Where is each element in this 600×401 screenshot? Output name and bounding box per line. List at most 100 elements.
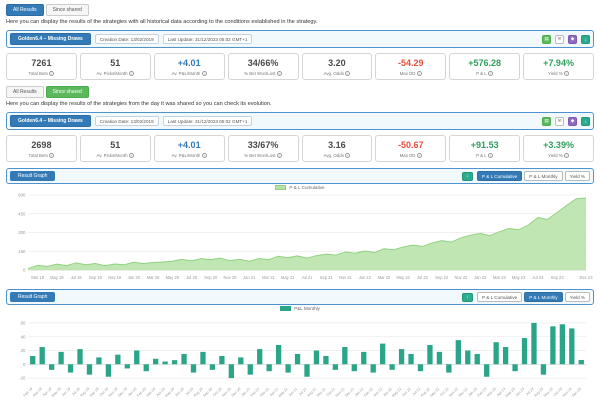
info-icon[interactable]: i bbox=[277, 71, 282, 76]
download-icon: ↓ bbox=[584, 119, 586, 124]
stat-value: -50.67 bbox=[378, 140, 443, 150]
info-icon[interactable]: i bbox=[345, 71, 350, 76]
tab-all-results[interactable]: All Results bbox=[6, 4, 44, 16]
svg-text:600: 600 bbox=[18, 193, 26, 198]
strategy-name-button[interactable]: Golden6.4 – Missing Draws bbox=[10, 33, 91, 45]
download-chart-button[interactable]: ↓ bbox=[462, 293, 473, 302]
svg-text:300: 300 bbox=[18, 230, 26, 235]
svg-text:Feb 21: Feb 21 bbox=[250, 387, 261, 398]
svg-text:Mar 23: Mar 23 bbox=[493, 275, 506, 280]
strategy-panel-header-2: Golden6.4 – Missing Draws Creation Date:… bbox=[6, 112, 594, 130]
download-icon-button[interactable]: ↓ bbox=[581, 117, 590, 126]
info-icon[interactable]: i bbox=[564, 71, 569, 76]
stat-value: 51 bbox=[83, 58, 148, 68]
chart-icon-button[interactable]: ▤ bbox=[542, 35, 551, 44]
result-graph-title: Result Graph bbox=[10, 171, 55, 181]
envelope-icon-button[interactable]: ✉ bbox=[555, 35, 564, 44]
envelope-icon-button[interactable]: ✉ bbox=[555, 117, 564, 126]
svg-text:Mar 21: Mar 21 bbox=[262, 275, 275, 280]
chart-icon: ▤ bbox=[544, 36, 548, 42]
svg-text:Sep 23: Sep 23 bbox=[551, 275, 565, 280]
info-icon[interactable]: i bbox=[202, 153, 207, 158]
compare-icon-button[interactable]: ◆ bbox=[568, 117, 577, 126]
download-chart-button[interactable]: ↓ bbox=[462, 172, 473, 181]
svg-text:Jul 21: Jul 21 bbox=[302, 275, 314, 280]
info-icon[interactable]: i bbox=[49, 71, 54, 76]
stat-value: +4.01 bbox=[157, 58, 222, 68]
toggle-pl-monthly[interactable]: P & L Monthly bbox=[524, 292, 562, 302]
strategy-name-button[interactable]: Golden6.4 – Missing Draws bbox=[10, 115, 91, 127]
svg-text:Sep 23: Sep 23 bbox=[543, 387, 554, 398]
toggle-pl-monthly[interactable]: P & L Monthly bbox=[524, 171, 562, 181]
info-icon[interactable]: i bbox=[488, 71, 493, 76]
chart-icon: ▤ bbox=[544, 118, 548, 124]
svg-text:Nov 20: Nov 20 bbox=[221, 387, 232, 398]
info-icon[interactable]: i bbox=[417, 153, 422, 158]
stat-bet-won-lost: 33/67% % Bet Won/Losti bbox=[228, 135, 299, 162]
info-icon[interactable]: i bbox=[129, 71, 134, 76]
svg-text:Nov 22: Nov 22 bbox=[448, 387, 459, 398]
chart-icon-button[interactable]: ▤ bbox=[542, 117, 551, 126]
info-icon[interactable]: i bbox=[202, 71, 207, 76]
creation-date-badge: Creation Date: 13/02/2019 bbox=[95, 116, 159, 126]
toggle-yield[interactable]: Yield % bbox=[565, 292, 590, 302]
svg-text:Dec 21: Dec 21 bbox=[344, 387, 355, 398]
svg-text:Jan 22: Jan 22 bbox=[359, 275, 372, 280]
svg-text:20: 20 bbox=[21, 348, 26, 353]
tab-since-shared[interactable]: Since shared bbox=[46, 86, 89, 98]
svg-text:May 20: May 20 bbox=[164, 387, 175, 398]
info-icon[interactable]: i bbox=[129, 153, 134, 158]
compare-icon: ◆ bbox=[571, 118, 575, 124]
toggle-pl-cumulative[interactable]: P & L Cumulative bbox=[477, 171, 522, 181]
stat-label: Total Bets bbox=[29, 71, 48, 76]
svg-text:Mar 22: Mar 22 bbox=[373, 387, 384, 398]
stat-value: +3.39% bbox=[526, 140, 591, 150]
svg-text:Dec 22: Dec 22 bbox=[458, 387, 469, 398]
stat-value: +7.94% bbox=[526, 58, 591, 68]
info-icon[interactable]: i bbox=[277, 153, 282, 158]
svg-text:Dec 19: Dec 19 bbox=[117, 387, 128, 398]
svg-text:May 21: May 21 bbox=[278, 387, 289, 398]
result-graph-header-1: Result Graph ↓ P & L Cumulative P & L Mo… bbox=[6, 168, 594, 184]
stat-avg-odds: 3.16 Avg. Oddsi bbox=[302, 135, 373, 162]
svg-text:Feb 22: Feb 22 bbox=[363, 387, 374, 398]
svg-text:Sep 21: Sep 21 bbox=[320, 275, 334, 280]
stat-total-bets: 7261 Total Betsi bbox=[6, 53, 77, 80]
download-icon-button[interactable]: ↓ bbox=[581, 35, 590, 44]
svg-text:Aug 23: Aug 23 bbox=[533, 387, 544, 398]
tab-since-shared[interactable]: Since shared bbox=[46, 4, 89, 16]
svg-text:Jan 23: Jan 23 bbox=[474, 275, 487, 280]
strategy-panel-header-1: Golden6.4 – Missing Draws Creation Date:… bbox=[6, 30, 594, 48]
download-icon: ↓ bbox=[466, 294, 469, 300]
info-icon[interactable]: i bbox=[488, 153, 493, 158]
info-icon[interactable]: i bbox=[564, 153, 569, 158]
svg-text:Feb 19: Feb 19 bbox=[23, 387, 34, 398]
info-icon[interactable]: i bbox=[345, 153, 350, 158]
tab-all-results[interactable]: All Results bbox=[6, 86, 44, 98]
svg-text:Sep 20: Sep 20 bbox=[202, 387, 213, 398]
info-icon[interactable]: i bbox=[417, 71, 422, 76]
stat-value: 3.20 bbox=[305, 58, 370, 68]
svg-text:Feb 23: Feb 23 bbox=[477, 387, 488, 398]
stat-label: Av. P&L/Month bbox=[171, 71, 200, 76]
stat-avg-odds: 3.20 Avg. Oddsi bbox=[302, 53, 373, 80]
info-icon[interactable]: i bbox=[49, 153, 54, 158]
svg-text:150: 150 bbox=[18, 249, 26, 254]
stat-value: 2698 bbox=[9, 140, 74, 150]
compare-icon-button[interactable]: ◆ bbox=[568, 35, 577, 44]
svg-text:Sep 19: Sep 19 bbox=[89, 275, 103, 280]
svg-text:May 23: May 23 bbox=[512, 275, 526, 280]
stat-av-picks-month: 51 Av. Picks/Monthi bbox=[80, 135, 151, 162]
svg-text:Jun 21: Jun 21 bbox=[288, 387, 298, 397]
svg-text:Feb 20: Feb 20 bbox=[136, 387, 147, 398]
svg-text:Mar 21: Mar 21 bbox=[259, 387, 270, 398]
svg-text:Jun 20: Jun 20 bbox=[174, 387, 184, 397]
stat-total-bets: 2698 Total Betsi bbox=[6, 135, 77, 162]
stat-value: +91.53 bbox=[452, 140, 517, 150]
svg-text:Jan 20: Jan 20 bbox=[128, 275, 141, 280]
toggle-pl-cumulative[interactable]: P & L Cumulative bbox=[477, 292, 522, 302]
svg-text:450: 450 bbox=[18, 211, 26, 216]
svg-text:Aug 21: Aug 21 bbox=[306, 387, 317, 398]
toggle-yield[interactable]: Yield % bbox=[565, 171, 590, 181]
svg-text:Jan 21: Jan 21 bbox=[243, 275, 256, 280]
